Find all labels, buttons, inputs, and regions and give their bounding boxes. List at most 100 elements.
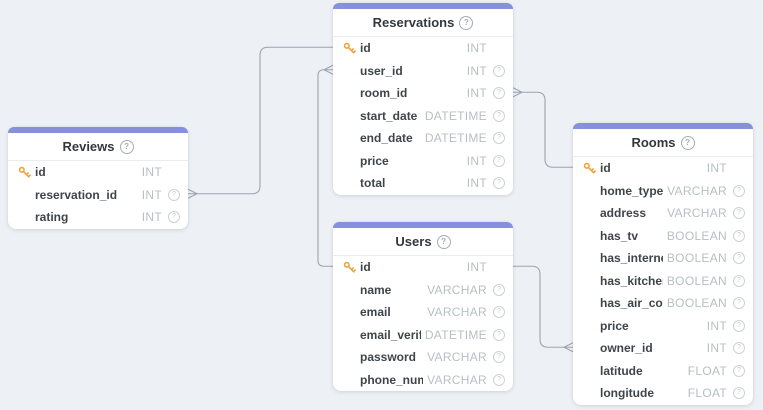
field-help-icon[interactable]: ? xyxy=(733,207,745,219)
field-row-reservations-start_date[interactable]: start_date DATETIME ? xyxy=(333,105,513,128)
field-row-reservations-total[interactable]: total INT ? xyxy=(333,172,513,195)
field-help-icon[interactable]: ? xyxy=(733,342,745,354)
field-type: INT xyxy=(707,161,727,175)
field-row-rooms-price[interactable]: price INT ? xyxy=(573,315,753,338)
field-type: INT xyxy=(707,319,727,333)
field-row-reservations-price[interactable]: price INT ? xyxy=(333,150,513,173)
field-type: INT xyxy=(467,176,487,190)
table-help-icon[interactable]: ? xyxy=(459,16,473,30)
field-row-reviews-reservation_id[interactable]: reservation_id INT ? xyxy=(8,184,188,207)
table-title-reservations: Reservations xyxy=(373,15,455,30)
field-row-rooms-has_tv[interactable]: has_tv BOOLEAN ? xyxy=(573,225,753,248)
relationship-line-reviews-reservation_id[interactable] xyxy=(197,47,333,194)
primary-key-icon xyxy=(18,166,31,179)
field-help-icon[interactable]: ? xyxy=(493,284,505,296)
crows-foot-reviews-reservation_id xyxy=(188,189,197,198)
table-card-reservations[interactable]: Reservations ? id INT user_id INT ? room… xyxy=(333,3,513,195)
field-help-icon[interactable]: ? xyxy=(493,87,505,99)
field-row-reservations-end_date[interactable]: end_date DATETIME ? xyxy=(333,127,513,150)
field-type: FLOAT xyxy=(688,364,727,378)
field-help-icon[interactable]: ? xyxy=(168,211,180,223)
field-type: DATETIME xyxy=(425,109,487,123)
field-row-users-email_verified_[interactable]: email_verified_ DATETIME ? xyxy=(333,324,513,347)
field-name: latitude xyxy=(600,364,684,378)
field-help-icon[interactable]: ? xyxy=(733,365,745,377)
table-help-icon[interactable]: ? xyxy=(437,235,451,249)
field-type: INT xyxy=(467,64,487,78)
field-help-icon[interactable]: ? xyxy=(733,252,745,264)
field-row-reservations-id[interactable]: id INT xyxy=(333,37,513,60)
field-type: BOOLEAN xyxy=(667,296,727,310)
field-row-rooms-longitude[interactable]: longitude FLOAT ? xyxy=(573,382,753,405)
field-row-rooms-has_air_con[interactable]: has_air_con BOOLEAN ? xyxy=(573,292,753,315)
field-help-icon[interactable]: ? xyxy=(493,132,505,144)
key-slot xyxy=(343,42,360,55)
table-card-users[interactable]: Users ? id INT name VARCHAR ? email VARC… xyxy=(333,222,513,391)
primary-key-icon xyxy=(343,261,356,274)
field-row-rooms-has_internet[interactable]: has_internet BOOLEAN ? xyxy=(573,247,753,270)
field-row-rooms-id[interactable]: id INT xyxy=(573,157,753,180)
field-help-icon[interactable]: ? xyxy=(733,387,745,399)
field-help-icon[interactable]: ? xyxy=(733,230,745,242)
field-row-reviews-rating[interactable]: rating INT ? xyxy=(8,206,188,229)
field-name: email_verified_ xyxy=(360,328,421,342)
field-name: id xyxy=(600,161,703,175)
relationship-line-rooms-owner_id[interactable] xyxy=(513,266,564,347)
table-help-icon[interactable]: ? xyxy=(120,140,134,154)
field-row-users-id[interactable]: id INT xyxy=(333,256,513,279)
field-row-reservations-room_id[interactable]: room_id INT ? xyxy=(333,82,513,105)
field-row-reservations-user_id[interactable]: user_id INT ? xyxy=(333,60,513,83)
field-row-users-name[interactable]: name VARCHAR ? xyxy=(333,279,513,302)
field-row-users-password[interactable]: password VARCHAR ? xyxy=(333,346,513,369)
field-row-rooms-home_type[interactable]: home_type VARCHAR ? xyxy=(573,180,753,203)
field-type: VARCHAR xyxy=(667,184,727,198)
table-card-rooms[interactable]: Rooms ? id INT home_type VARCHAR ? addre… xyxy=(573,123,753,405)
field-row-rooms-address[interactable]: address VARCHAR ? xyxy=(573,202,753,225)
table-fields: id INT name VARCHAR ? email VARCHAR ? em… xyxy=(333,256,513,391)
field-help-icon[interactable]: ? xyxy=(733,185,745,197)
crows-foot-reservations-room_id xyxy=(513,88,522,97)
field-row-rooms-owner_id[interactable]: owner_id INT ? xyxy=(573,337,753,360)
table-title-rooms: Rooms xyxy=(631,135,675,150)
table-header: Rooms ? xyxy=(573,129,753,157)
field-name: password xyxy=(360,350,423,364)
field-name: start_date xyxy=(360,109,421,123)
field-help-icon[interactable]: ? xyxy=(493,374,505,386)
field-type: INT xyxy=(142,165,162,179)
field-type: VARCHAR xyxy=(427,373,487,387)
field-help-icon[interactable]: ? xyxy=(733,275,745,287)
field-row-users-email[interactable]: email VARCHAR ? xyxy=(333,301,513,324)
field-type: VARCHAR xyxy=(427,283,487,297)
field-help-icon[interactable]: ? xyxy=(493,155,505,167)
field-help-icon[interactable]: ? xyxy=(493,329,505,341)
field-help-icon[interactable]: ? xyxy=(493,110,505,122)
crows-foot-reservations-user_id xyxy=(324,65,333,74)
field-help-icon[interactable]: ? xyxy=(493,65,505,77)
relationship-line-reservations-room_id[interactable] xyxy=(522,92,573,167)
field-type: DATETIME xyxy=(425,328,487,342)
field-help-icon[interactable]: ? xyxy=(493,351,505,363)
field-help-icon[interactable]: ? xyxy=(493,306,505,318)
field-row-users-phone_numbe[interactable]: phone_numbe VARCHAR ? xyxy=(333,369,513,392)
field-name: end_date xyxy=(360,131,421,145)
table-help-icon[interactable]: ? xyxy=(681,136,695,150)
relationship-line-reservations-user_id[interactable] xyxy=(318,70,333,267)
field-help-icon[interactable]: ? xyxy=(733,297,745,309)
table-fields: id INT user_id INT ? room_id INT ? start… xyxy=(333,37,513,195)
field-name: longitude xyxy=(600,386,684,400)
table-card-reviews[interactable]: Reviews ? id INT reservation_id INT ? ra… xyxy=(8,127,188,229)
field-name: email xyxy=(360,305,423,319)
field-help-icon[interactable]: ? xyxy=(168,189,180,201)
er-diagram-canvas[interactable]: { "canvas": { "background_color": "#edf1… xyxy=(0,0,763,410)
field-help-icon[interactable]: ? xyxy=(733,320,745,332)
field-row-rooms-latitude[interactable]: latitude FLOAT ? xyxy=(573,360,753,383)
field-type: FLOAT xyxy=(688,386,727,400)
field-row-reviews-id[interactable]: id INT xyxy=(8,161,188,184)
table-title-users: Users xyxy=(395,234,431,249)
field-help-icon[interactable]: ? xyxy=(493,177,505,189)
field-name: phone_numbe xyxy=(360,373,423,387)
field-name: rating xyxy=(35,210,138,224)
field-name: room_id xyxy=(360,86,463,100)
field-name: owner_id xyxy=(600,341,703,355)
field-row-rooms-has_kitchen[interactable]: has_kitchen BOOLEAN ? xyxy=(573,270,753,293)
